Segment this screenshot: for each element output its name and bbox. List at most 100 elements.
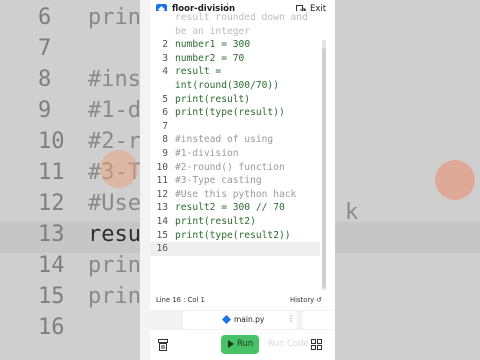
code-line[interactable]: 13 result2 = 300 // 70 [150,201,320,215]
code-token: #1-division [175,148,239,159]
bg-code-line: 8 #ins [0,67,140,98]
history-button[interactable]: History ↺ [290,296,322,304]
bg-code-line: 7 [0,36,140,67]
line-text: number1 = 300 [175,38,250,52]
code-line[interactable]: 3 number2 = 70 [150,52,320,66]
line-text: #1-division [175,147,239,161]
bg-line-number: 7 [38,36,52,61]
bg-decoration [435,160,475,200]
line-number: 6 [162,107,168,119]
code-line[interactable]: 15 print(type(result2)) [150,229,320,243]
bg-code-line: 14 prin [0,253,140,284]
code-token: 300 [232,39,251,51]
line-text: result2 = 300 // 70 [175,201,285,215]
bg-code-line: 6 prin [0,5,140,36]
line-number: 3 [162,52,168,64]
line-number: 14 [156,216,168,227]
bg-line-text: resu [88,222,140,247]
code-token: result2 = 300 // 70 [175,202,285,214]
line-number: 8 [162,134,168,146]
line-text: print(type(result)) [175,106,285,120]
bg-line-text: prin [88,253,140,278]
code-line[interactable]: 4 result = [150,65,320,79]
code-token: be an integer [175,25,251,37]
bg-line-number: 16 [38,315,65,340]
bg-line-text: #1-d [88,98,140,123]
line-text: be an integer [175,25,250,39]
code-line[interactable]: 11 #3-Type casting [150,174,320,188]
bg-current-line [335,222,480,253]
bg-line-number: 14 [38,253,65,278]
code-line[interactable]: result rounded down and [150,11,320,25]
code-line[interactable]: 14 print(result2) [150,215,320,229]
line-text: print(type(result2)) [175,229,291,243]
bg-line-text: prin [88,5,140,30]
file-tab-menu-icon[interactable]: ⋮ [287,314,295,323]
code-token: int(round(300/70)) [175,80,279,91]
background-left-zoom: 6prin78#ins9#1-d10#2-r11#3-T12#Use13resu… [0,0,140,360]
background-right-zoom: k [335,0,480,360]
code-line-current[interactable]: 16 [150,242,320,256]
history-label: History [290,296,315,304]
line-number: 9 [162,148,168,159]
code-token: 70 [232,52,245,64]
bg-line-text: prin [88,284,140,309]
bg-code-line: 16 [0,315,140,346]
code-token: #instead of using [175,134,274,146]
code-token: result = [175,66,222,78]
bg-code-line: 12 #Use [0,191,140,222]
bg-line-number: 6 [38,5,52,30]
code-line[interactable]: 2 number1 = 300 [150,38,320,52]
line-number: 7 [162,120,168,132]
ghost-overlay-text: Run Code [268,339,309,349]
code-token: #3-Type casting [175,175,262,187]
bg-decoration [100,150,138,188]
code-line[interactable]: int(round(300/70)) [150,79,320,93]
file-tab-next[interactable] [302,311,335,329]
line-text: print(result2) [175,215,256,229]
cursor-position: Line 16 : Col 1 [156,296,205,304]
line-number: 15 [156,229,168,241]
code-token: print(result2) [175,216,256,227]
scrollbar-thumb[interactable] [322,48,326,288]
code-line[interactable]: 9 #1-division [150,147,320,161]
python-file-icon [222,315,231,324]
bg-line-number: 12 [38,191,65,216]
code-token: number1 = [175,39,233,51]
code-token: print(type(result)) [175,107,285,119]
code-token: number2 = [175,52,233,64]
bg-code-line: 13 resu [0,222,140,253]
play-icon [228,340,234,348]
code-token: #Use this python hack [175,188,297,200]
code-token: #2-round() function [175,161,285,173]
code-token: result rounded down and [175,12,308,23]
code-line[interactable]: 12 #Use this python hack [150,188,320,202]
run-button-label: Run [237,339,254,349]
code-line[interactable]: 7 [150,120,320,134]
line-number: 12 [156,188,168,200]
line-text: int(round(300/70)) [175,79,279,93]
bg-line-number: 8 [38,67,52,92]
code-line[interactable]: 10 #2-round() function [150,161,320,175]
code-line[interactable]: be an integer [150,25,320,39]
bg-line-number: 13 [38,222,65,247]
code-line[interactable]: 6 print(type(result)) [150,106,320,120]
line-text: result = [175,65,221,79]
line-number: 16 [156,243,168,255]
line-number: 10 [156,161,168,173]
split-view-icon[interactable] [311,339,322,350]
line-number: 2 [162,39,168,51]
code-line[interactable]: 5 print(result) [150,93,320,107]
files-icon[interactable] [158,339,168,351]
line-number: 5 [162,93,168,105]
bg-line-number: 11 [38,160,65,185]
bg-line-number: 9 [38,98,52,123]
code-line[interactable]: 8 #instead of using [150,133,320,147]
bg-code-line: 9 #1-d [0,98,140,129]
bg-line-text: #ins [88,67,140,92]
code-editor[interactable]: result rounded down and be an integer 2 num… [150,11,320,281]
line-number: 11 [156,175,168,187]
code-token: print(type(result2)) [175,229,291,241]
bg-line-number: 10 [38,129,65,154]
line-text: result rounded down and [175,11,308,25]
